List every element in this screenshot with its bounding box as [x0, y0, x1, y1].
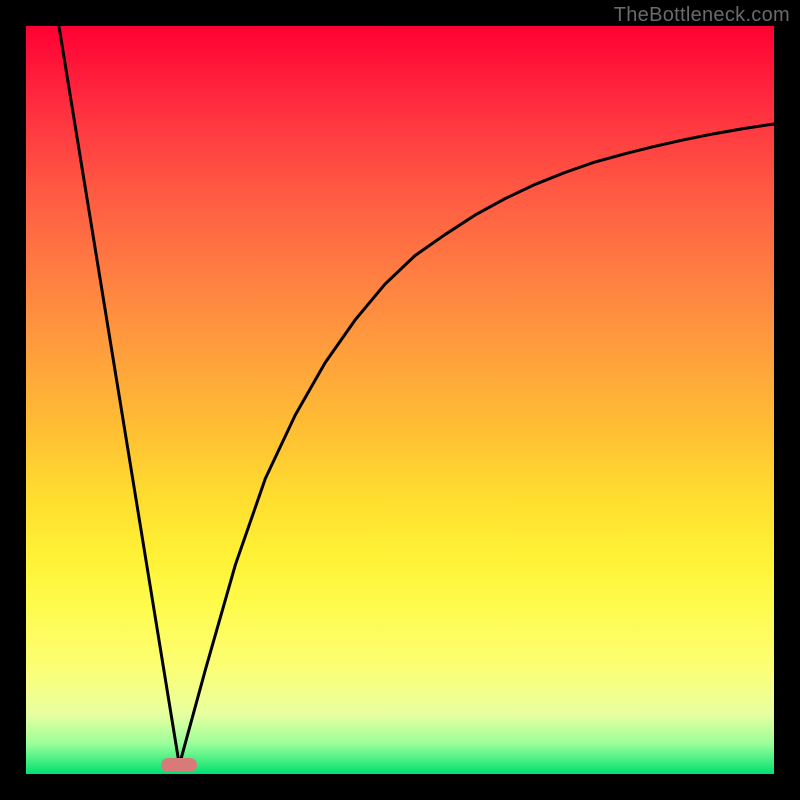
- optimal-point-marker: [161, 758, 197, 772]
- plot-area: [26, 26, 774, 774]
- curve-path: [59, 26, 774, 765]
- bottleneck-curve: [26, 26, 774, 774]
- watermark-text: TheBottleneck.com: [614, 4, 790, 27]
- chart-stage: TheBottleneck.com: [0, 0, 800, 800]
